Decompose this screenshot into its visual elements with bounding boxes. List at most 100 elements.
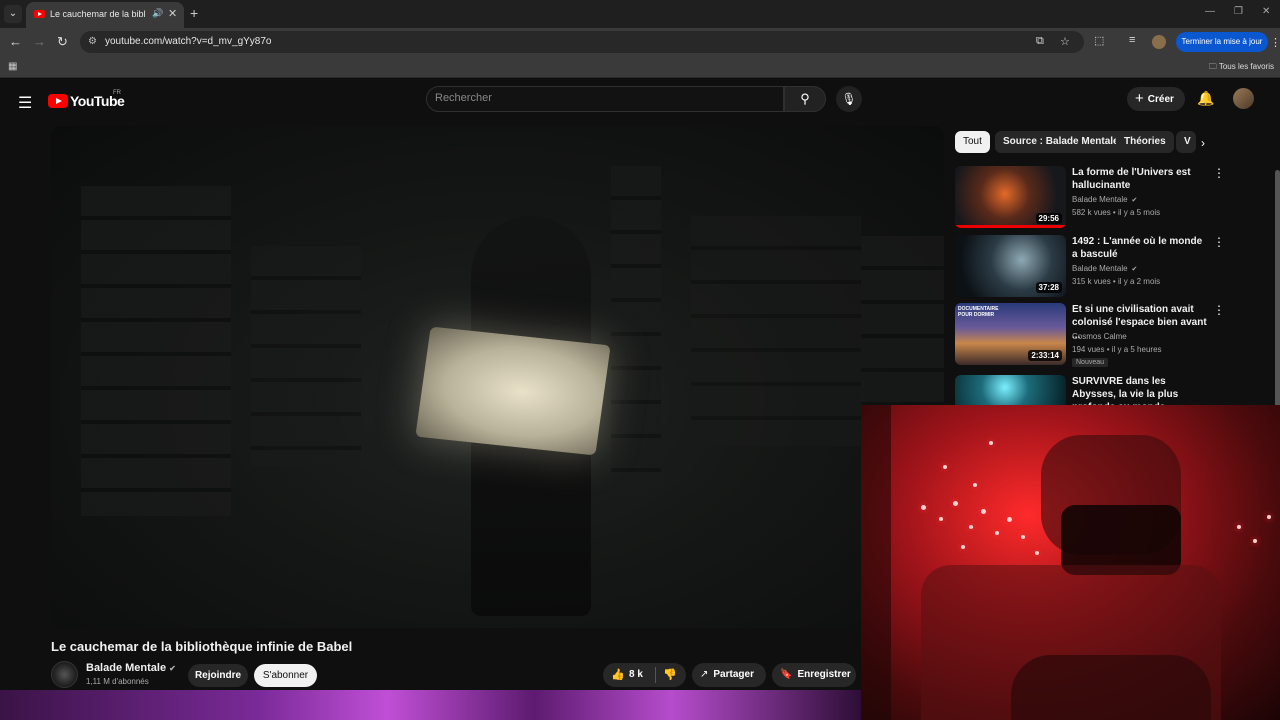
subscribe-button[interactable]: S'abonner	[254, 664, 317, 687]
save-button[interactable]: 🔖 Enregistrer	[772, 663, 856, 687]
verified-badge-icon: ✔	[169, 664, 176, 673]
channel-name[interactable]: Balade Mentale ✔	[86, 662, 176, 674]
site-info-icon[interactable]: ⚙	[88, 36, 97, 47]
reload-icon[interactable]: ↻	[57, 34, 68, 50]
recommendation-channel[interactable]: Balade Mentale ✔	[1072, 195, 1137, 204]
search-icon[interactable]: ⚲	[784, 86, 826, 112]
video-player[interactable]	[51, 126, 944, 628]
chip-all[interactable]: Tout	[955, 131, 990, 153]
chevron-right-icon[interactable]: ›	[1201, 136, 1205, 150]
country-code: FR	[113, 90, 121, 96]
profile-avatar[interactable]	[1152, 35, 1166, 49]
browser-tab-bar: ⌄ Le cauchemar de la biblioth 🔊 ✕ + — ❐ …	[0, 0, 1280, 28]
thumbs-up-icon[interactable]: 👍	[611, 668, 625, 681]
verified-badge-icon: ✔	[1129, 197, 1138, 204]
share-button[interactable]: ↗ Partager	[692, 663, 766, 687]
recommendation-title[interactable]: La forme de l'Univers est hallucinante	[1072, 166, 1208, 192]
notifications-bell-icon[interactable]: 🔔	[1197, 90, 1214, 107]
video-duration: 2:33:14	[1028, 350, 1062, 361]
youtube-favicon-icon	[34, 10, 45, 18]
youtube-play-icon	[48, 94, 68, 108]
bookmark-icon: 🔖	[780, 669, 793, 680]
minimize-icon[interactable]: —	[1205, 6, 1215, 17]
create-label: Créer	[1147, 94, 1174, 105]
cam-shadow-left	[861, 405, 891, 720]
bookshelf-left	[81, 186, 231, 516]
search-box[interactable]	[426, 86, 784, 112]
apps-grid-icon[interactable]: ▦	[8, 61, 17, 72]
search-input[interactable]	[435, 92, 765, 104]
recommendation-channel[interactable]: Cosmos Calme	[1072, 332, 1127, 341]
address-url[interactable]: youtube.com/watch?v=d_mv_gYy87o	[105, 36, 272, 47]
video-duration: 29:56	[1035, 213, 1062, 224]
video-thumbnail[interactable]: 37:28	[955, 235, 1066, 297]
plus-icon: +	[1135, 90, 1144, 107]
speaker-icon[interactable]: 🔊	[152, 8, 163, 19]
recommendation-title[interactable]: 1492 : L'année où le monde a basculé	[1072, 235, 1208, 261]
recommendation-channel[interactable]: Balade Mentale ✔	[1072, 264, 1137, 273]
channel-name-text: Balade Mentale	[86, 662, 167, 674]
address-bar[interactable]: ⚙ youtube.com/watch?v=d_mv_gYy87o ⧉ ☆	[80, 31, 1084, 53]
cam-light	[969, 525, 973, 529]
chip-truncated[interactable]: V	[1176, 131, 1196, 153]
create-button[interactable]: + Créer	[1127, 87, 1185, 111]
browser-toolbar: ← → ↻ ⚙ youtube.com/watch?v=d_mv_gYy87o …	[0, 28, 1280, 56]
glowing-scroll	[415, 326, 611, 456]
description-preview-image	[0, 690, 861, 720]
browser-tab[interactable]: Le cauchemar de la biblioth 🔊 ✕	[26, 2, 184, 28]
user-avatar[interactable]	[1233, 88, 1254, 109]
youtube-logo[interactable]: YouTube FR	[48, 90, 138, 109]
update-button[interactable]: Terminer la mise à jour	[1176, 32, 1268, 52]
bookmark-star-icon[interactable]: ☆	[1060, 35, 1070, 48]
extensions-icon[interactable]: ⬚	[1094, 34, 1104, 47]
recommendation-meta: 582 k vues • il y a 5 mois	[1072, 208, 1161, 217]
thumbs-down-icon[interactable]: 👎	[663, 668, 677, 681]
page-scrollbar[interactable]	[1275, 170, 1280, 410]
bookshelf-center	[611, 166, 661, 496]
cam-light	[995, 531, 999, 535]
new-badge: Nouveau	[1072, 358, 1109, 367]
join-button[interactable]: Rejoindre	[188, 664, 248, 687]
plus-icon[interactable]: +	[190, 5, 198, 21]
tab-title: Le cauchemar de la biblioth	[50, 9, 146, 19]
cam-blanket	[1011, 655, 1211, 720]
chip-theories[interactable]: Théories	[1116, 131, 1174, 153]
video-thumbnail[interactable]: 29:56	[955, 166, 1066, 228]
recommendation-item[interactable]: DOCUMENTAIRE POUR DORMIR 2:33:14 Et si u…	[955, 303, 1235, 367]
window-close-icon[interactable]: ✕	[1262, 6, 1270, 17]
all-bookmarks-folder[interactable]: 🗀 Tous les favoris	[1209, 61, 1274, 75]
close-icon[interactable]: ✕	[168, 7, 177, 20]
recommendation-item[interactable]: 37:28 1492 : L'année où le monde a bascu…	[955, 235, 1235, 299]
cam-light	[953, 501, 958, 506]
more-options-icon[interactable]: ⋮	[1213, 166, 1225, 180]
tab-list-chevron-icon[interactable]: ⌄	[4, 5, 22, 23]
hamburger-menu-icon[interactable]: ☰	[18, 93, 32, 113]
subscriber-count: 1,11 M d'abonnés	[86, 677, 149, 686]
maximize-icon[interactable]: ❐	[1234, 6, 1243, 17]
video-thumbnail[interactable]: DOCUMENTAIRE POUR DORMIR 2:33:14	[955, 303, 1066, 365]
save-label: Enregistrer	[797, 669, 851, 680]
back-arrow-icon[interactable]: ←	[9, 34, 22, 49]
cam-light	[943, 465, 947, 469]
more-options-icon[interactable]: ⋮	[1213, 235, 1225, 249]
more-options-icon[interactable]: ⋮	[1213, 303, 1225, 317]
recommendation-meta: 315 k vues • il y a 2 mois	[1072, 277, 1161, 286]
bookshelf-right	[691, 216, 861, 446]
microphone-icon[interactable]: 🎙	[836, 86, 862, 112]
video-duration: 37:28	[1035, 282, 1062, 293]
recommendation-item[interactable]: 29:56 La forme de l'Univers est hallucin…	[955, 166, 1235, 230]
cam-light	[939, 517, 943, 521]
media-controls-icon[interactable]: ≡	[1129, 34, 1135, 46]
forward-arrow-icon[interactable]: →	[33, 34, 46, 49]
cam-light	[1253, 539, 1257, 543]
install-app-icon[interactable]: ⧉	[1036, 35, 1044, 48]
chip-source[interactable]: Source : Balade Mentale	[995, 131, 1127, 153]
recommendation-channel-name: Balade Mentale	[1072, 264, 1128, 273]
cam-light	[1035, 551, 1039, 555]
channel-avatar[interactable]	[51, 661, 78, 688]
like-count[interactable]: 8 k	[629, 669, 643, 680]
cam-light	[1267, 515, 1271, 519]
watch-progress-bar	[955, 225, 1066, 228]
browser-menu-icon[interactable]: ⋮	[1270, 36, 1280, 49]
cam-light	[1237, 525, 1241, 529]
